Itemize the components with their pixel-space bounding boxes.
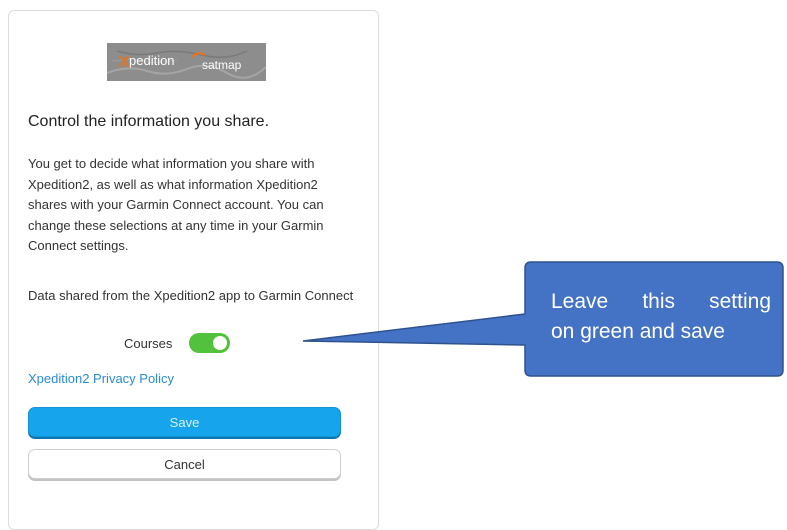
callout-line2: on green and save: [551, 320, 725, 343]
callout-word: setting: [709, 290, 771, 313]
callout-shape: [302, 261, 784, 377]
callout-text: Leave this setting on green and save: [551, 287, 771, 347]
callout-word: Leave: [551, 290, 609, 313]
callout-word: this: [642, 290, 676, 313]
